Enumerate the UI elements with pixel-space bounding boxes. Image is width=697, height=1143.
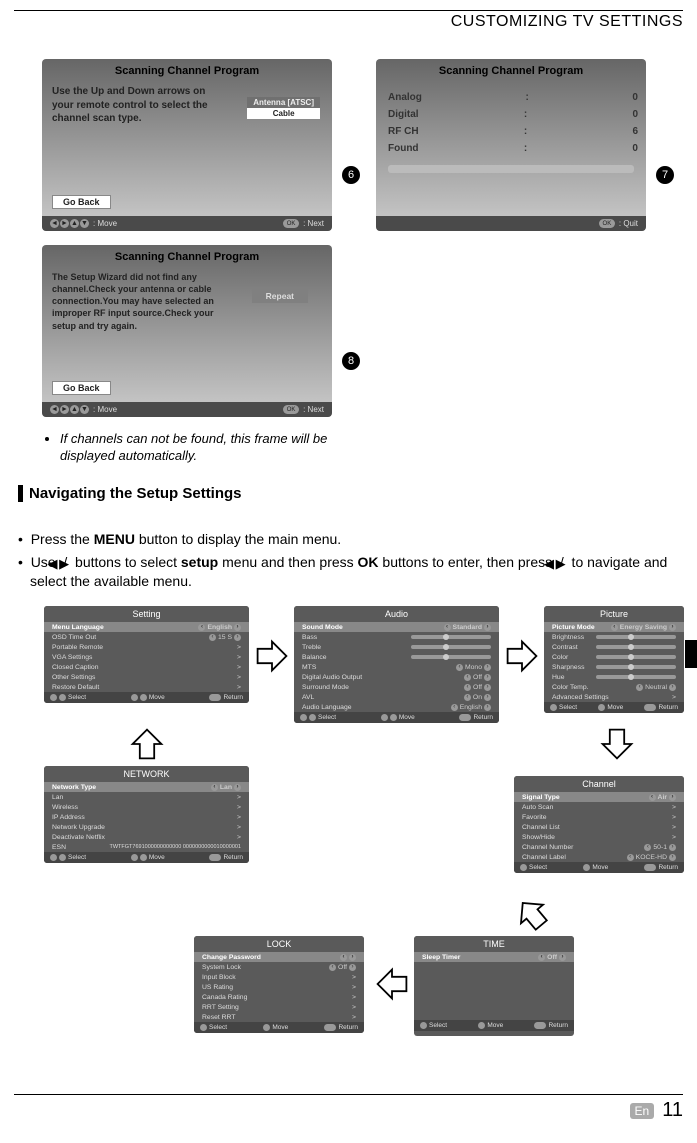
menu-row[interactable]: Picture Mode‹Energy Saving›	[544, 622, 684, 632]
osd-title: Scanning Channel Program	[42, 59, 332, 85]
menu-row[interactable]: Restore Default>	[44, 682, 249, 692]
menu-row[interactable]: Portable Remote>	[44, 642, 249, 652]
menu-row[interactable]: Network Type‹Lan›	[44, 782, 249, 792]
menu-time: TIME Sleep Timer‹Off› Select Move Return	[414, 936, 574, 1036]
menu-row[interactable]: Color Temp.‹Neutral›	[544, 682, 684, 692]
menu-row[interactable]: Canada Rating>	[194, 992, 364, 1002]
menu-row[interactable]: Menu Language‹English›	[44, 622, 249, 632]
menu-channel: Channel Signal Type‹Air›Auto Scan>Favori…	[514, 776, 684, 873]
menu-row[interactable]: AVL‹On›	[294, 692, 499, 702]
menu-row[interactable]: Signal Type‹Air›	[514, 792, 684, 802]
menu-row[interactable]: OSD Time Out‹15 S›	[44, 632, 249, 642]
osd-panel-scan-type: Scanning Channel Program Use the Up and …	[42, 59, 332, 231]
repeat-button[interactable]: Repeat	[252, 289, 308, 303]
menu-row[interactable]: RRT Setting>	[194, 1002, 364, 1012]
menu-row[interactable]: Show/Hide>	[514, 832, 684, 842]
page-number: 11	[662, 1099, 683, 1122]
move-label: : Move	[93, 219, 117, 228]
menu-row[interactable]: Input Block>	[194, 972, 364, 982]
antenna-option[interactable]: Antenna [ATSC]	[247, 97, 320, 108]
menu-row[interactable]: Channel Label‹KOCE-HD›	[514, 852, 684, 862]
osd-message: The Setup Wizard did not find any channe…	[52, 271, 232, 340]
arrow-right-icon	[504, 638, 540, 674]
osd-panel-scan-progress: Scanning Channel Program Analog:0Digital…	[376, 59, 646, 231]
osd-title: Scanning Channel Program	[376, 59, 646, 85]
instruction-line-2: • Use ◀ / ▶ buttons to select setup menu…	[18, 553, 683, 591]
ok-icon: OK	[599, 219, 615, 228]
language-badge: En	[630, 1103, 655, 1119]
menu-row[interactable]: Other Settings>	[44, 672, 249, 682]
menu-row[interactable]: Auto Scan>	[514, 802, 684, 812]
menu-audio: Audio Sound Mode‹Standard›BassTrebleBala…	[294, 606, 499, 723]
arrow-keys-icon: ◄►▲▼	[50, 405, 89, 414]
menu-row[interactable]: Sharpness	[544, 662, 684, 672]
menu-row[interactable]: Channel Number‹50-1›	[514, 842, 684, 852]
menu-setting: Setting Menu Language‹English›OSD Time O…	[44, 606, 249, 703]
arrow-right-icon	[254, 638, 290, 674]
progress-bar	[388, 165, 634, 173]
scan-row: RF CH:6	[376, 123, 646, 140]
menu-row[interactable]: Audio Language‹English›	[294, 702, 499, 712]
osd-panel-scan-fail: Scanning Channel Program The Setup Wizar…	[42, 245, 332, 417]
menu-row[interactable]: Balance	[294, 652, 499, 662]
arrow-up-icon	[129, 726, 165, 762]
callout-7: 7	[656, 166, 674, 184]
osd-title: Scanning Channel Program	[42, 245, 332, 271]
menu-row[interactable]: IP Address>	[44, 812, 249, 822]
instruction-line-1: • Press the MENU button to display the m…	[18, 530, 683, 549]
menu-lock: LOCK Change Password‹›System Lock‹Off›In…	[194, 936, 364, 1033]
menu-row[interactable]: US Rating>	[194, 982, 364, 992]
arrow-up-left-icon	[507, 889, 558, 940]
go-back-button[interactable]: Go Back	[52, 195, 111, 209]
menu-row[interactable]: Reset RRT>	[194, 1012, 364, 1022]
scan-row: Digital:0	[376, 106, 646, 123]
ok-icon: OK	[283, 219, 299, 228]
menu-row[interactable]: Hue	[544, 672, 684, 682]
page-header: CUSTOMIZING TV SETTINGS	[14, 13, 683, 31]
go-back-button[interactable]: Go Back	[52, 381, 111, 395]
menu-row[interactable]: Treble	[294, 642, 499, 652]
menu-row[interactable]: Sound Mode‹Standard›	[294, 622, 499, 632]
scan-row: Analog:0	[376, 89, 646, 106]
next-label: : Next	[303, 405, 324, 414]
section-heading: Navigating the Setup Settings	[18, 485, 683, 502]
menu-row[interactable]: Brightness	[544, 632, 684, 642]
menu-row[interactable]: Color	[544, 652, 684, 662]
menu-row[interactable]: Deactivate Netflix>	[44, 832, 249, 842]
next-label: : Next	[303, 219, 324, 228]
menu-row[interactable]: Change Password‹›	[194, 952, 364, 962]
menu-row[interactable]: Network Upgrade>	[44, 822, 249, 832]
callout-8: 8	[342, 352, 360, 370]
note-text: If channels can not be found, this frame…	[60, 431, 370, 465]
menu-row[interactable]: Lan>	[44, 792, 249, 802]
menu-row[interactable]: System Lock‹Off›	[194, 962, 364, 972]
menu-row[interactable]: Sleep Timer‹Off›	[414, 952, 574, 962]
callout-6: 6	[342, 166, 360, 184]
menu-row[interactable]: Favorite>	[514, 812, 684, 822]
menu-row[interactable]: Contrast	[544, 642, 684, 652]
menu-network: NETWORK Network Type‹Lan›Lan>Wireless>IP…	[44, 766, 249, 863]
scan-row: Found:0	[376, 140, 646, 157]
menu-row[interactable]: MTS‹Mono›	[294, 662, 499, 672]
menu-row[interactable]: Surround Mode‹Off›	[294, 682, 499, 692]
menu-row[interactable]: Channel List>	[514, 822, 684, 832]
menu-row[interactable]: Closed Caption>	[44, 662, 249, 672]
menu-row[interactable]: Wireless>	[44, 802, 249, 812]
arrow-down-icon	[599, 726, 635, 762]
arrow-keys-icon: ◄►▲▼	[50, 219, 89, 228]
quit-label: : Quit	[619, 219, 638, 228]
osd-message: Use the Up and Down arrows on your remot…	[52, 85, 222, 134]
page-edge-tab	[685, 640, 697, 668]
menu-row[interactable]: Digital Audio Output‹Off›	[294, 672, 499, 682]
menu-row[interactable]: Bass	[294, 632, 499, 642]
ok-icon: OK	[283, 405, 299, 414]
menu-row[interactable]: VGA Settings>	[44, 652, 249, 662]
arrow-left-icon	[374, 966, 410, 1002]
move-label: : Move	[93, 405, 117, 414]
menu-row[interactable]: Advanced Settings>	[544, 692, 684, 702]
cable-option[interactable]: Cable	[247, 108, 320, 119]
menu-picture: Picture Picture Mode‹Energy Saving›Brigh…	[544, 606, 684, 713]
